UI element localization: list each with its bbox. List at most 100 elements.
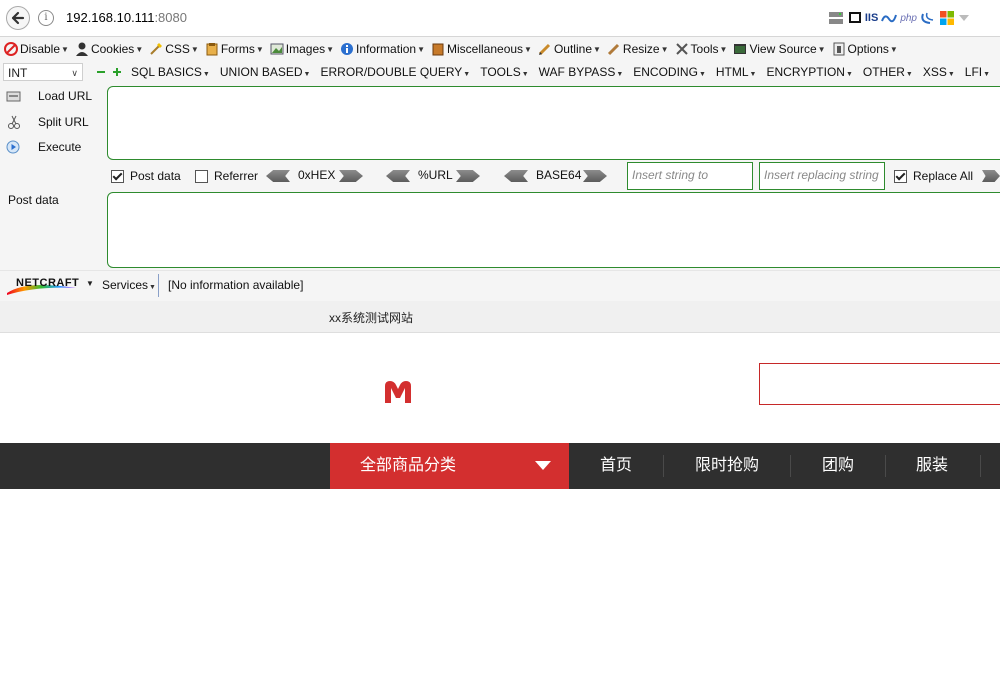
hackbar-menu-html[interactable]: HTML▼ bbox=[716, 65, 757, 79]
url-host: 192.168.10.111 bbox=[66, 10, 155, 25]
menu-cookies[interactable]: Cookies ▼ bbox=[75, 42, 143, 56]
menu-images[interactable]: Images ▼ bbox=[270, 42, 334, 56]
tools-icon bbox=[675, 43, 688, 55]
base64-label: BASE64 bbox=[536, 168, 582, 182]
menu-label: Information bbox=[356, 42, 417, 56]
menu-disable[interactable]: Disable ▼ bbox=[4, 42, 69, 56]
iis-label[interactable]: IIS bbox=[865, 12, 878, 24]
services-menu[interactable]: Services▼ bbox=[102, 278, 156, 292]
forms-icon bbox=[206, 43, 218, 56]
menu-label: Tools bbox=[690, 42, 719, 56]
menu-css[interactable]: CSS ▼ bbox=[149, 42, 199, 56]
nav-divider bbox=[790, 455, 791, 477]
hackbar-menu-xss[interactable]: XSS▼ bbox=[923, 65, 955, 79]
hex-label: 0xHEX bbox=[298, 168, 336, 182]
replace-string-input[interactable]: Insert string to replace bbox=[627, 162, 753, 206]
page-title: xx系统测试网站 bbox=[329, 311, 414, 325]
site-info-icon[interactable]: i bbox=[38, 10, 54, 26]
hackbar-menu: INT ∨ SQL BASICS▼ UNION BASED▼ ERROR/DOUB… bbox=[0, 61, 1000, 83]
hackbar-menu-union-based[interactable]: UNION BASED▼ bbox=[220, 65, 311, 79]
menu-view-source[interactable]: View Source ▼ bbox=[733, 42, 826, 56]
main-nav: 全部商品分类 首页 限时抢购 团购 服装 bbox=[0, 443, 1000, 489]
url-decode-arrow[interactable] bbox=[386, 170, 410, 182]
netcraft-toolbar: NETCRAFT ▼ Services▼ [No information ava… bbox=[0, 270, 1000, 302]
plus-icon[interactable] bbox=[113, 68, 121, 76]
nav-home[interactable]: 首页 bbox=[600, 443, 632, 489]
hackbar-menu-other[interactable]: OTHER▼ bbox=[863, 65, 913, 79]
hackbar-menu-error-query[interactable]: ERROR/DOUBLE QUERY▼ bbox=[320, 65, 470, 79]
menu-miscellaneous[interactable]: Miscellaneous ▼ bbox=[431, 42, 532, 56]
jquery-icon[interactable] bbox=[920, 10, 936, 26]
view-source-icon bbox=[734, 44, 747, 54]
post-data-checkbox-box bbox=[111, 169, 124, 183]
menu-outline[interactable]: Outline ▼ bbox=[538, 42, 601, 56]
information-icon bbox=[341, 43, 354, 55]
hackbar-menu-encryption[interactable]: ENCRYPTION▼ bbox=[766, 65, 852, 79]
toolbar-icons: IIS php bbox=[827, 9, 970, 27]
hackbar-menu-encoding[interactable]: ENCODING▼ bbox=[633, 65, 706, 79]
services-label: Services bbox=[102, 278, 149, 292]
address-bar: i 192.168.10.111:8080 IIS php bbox=[0, 0, 1000, 37]
post-data-checkbox[interactable]: Post data bbox=[111, 168, 181, 184]
hackbar-panel: Load URL Split URL Execute Post data Ref… bbox=[0, 83, 1000, 270]
hackbar-menu-tools[interactable]: TOOLS▼ bbox=[480, 65, 528, 79]
referrer-checkbox-box bbox=[195, 169, 208, 183]
url-textarea[interactable] bbox=[107, 86, 1000, 160]
execute-label: Execute bbox=[38, 140, 82, 154]
flag-icon[interactable] bbox=[848, 10, 862, 26]
site-logo-icon[interactable] bbox=[383, 379, 413, 405]
url-port: :8080 bbox=[154, 10, 187, 25]
web-developer-toolbar: Disable ▼ Cookies ▼ CSS ▼ Forms ▼ Images ▼ In… bbox=[0, 37, 1000, 61]
back-button[interactable] bbox=[6, 6, 30, 30]
server-icon[interactable] bbox=[827, 10, 845, 26]
replacing-string-input[interactable]: Insert replacing string bbox=[759, 162, 885, 190]
post-data-label: Post data bbox=[8, 193, 59, 207]
netcraft-dropdown-icon[interactable]: ▼ bbox=[86, 279, 94, 288]
php-label[interactable]: php bbox=[900, 13, 917, 24]
int-select[interactable]: INT ∨ bbox=[3, 63, 83, 81]
load-url-button[interactable]: Load URL bbox=[6, 89, 92, 103]
menu-label: CSS bbox=[165, 42, 190, 56]
back-arrow-icon bbox=[11, 11, 25, 25]
replace-arrow[interactable] bbox=[982, 170, 1000, 182]
hackbar-menu-waf-bypass[interactable]: WAF BYPASS▼ bbox=[539, 65, 624, 79]
resize-icon bbox=[607, 43, 619, 56]
menu-tools[interactable]: Tools ▼ bbox=[675, 42, 727, 56]
windows-icon[interactable] bbox=[939, 10, 955, 26]
menu-forms[interactable]: Forms ▼ bbox=[205, 42, 264, 56]
outline-icon bbox=[538, 43, 551, 56]
play-icon bbox=[6, 140, 20, 154]
nav-clothing[interactable]: 服装 bbox=[916, 443, 948, 489]
menu-label: Options bbox=[847, 42, 889, 56]
hex-decode-arrow[interactable] bbox=[266, 170, 290, 182]
execute-button[interactable]: Execute bbox=[6, 140, 81, 154]
replace-all-checkbox[interactable]: Replace All bbox=[894, 168, 973, 184]
hackbar-menu-lfi[interactable]: LFI▼ bbox=[965, 65, 990, 79]
all-categories-dropdown[interactable]: 全部商品分类 bbox=[330, 443, 569, 489]
netcraft-logo-text: NETCRAFT bbox=[16, 277, 80, 289]
menu-information[interactable]: Information ▼ bbox=[340, 42, 425, 56]
menu-resize[interactable]: Resize ▼ bbox=[607, 42, 669, 56]
referrer-checkbox[interactable]: Referrer bbox=[195, 168, 258, 184]
nav-divider bbox=[885, 455, 886, 477]
post-data-textarea[interactable] bbox=[107, 192, 1000, 268]
minus-icon[interactable] bbox=[97, 68, 105, 76]
menu-options[interactable]: Options ▼ bbox=[832, 42, 898, 56]
asp-net-icon[interactable] bbox=[881, 11, 898, 25]
base64-decode-arrow[interactable] bbox=[504, 170, 528, 182]
menu-label: Forms bbox=[220, 42, 255, 56]
nav-flash-sale[interactable]: 限时抢购 bbox=[695, 443, 759, 489]
url-encode-arrow[interactable] bbox=[456, 170, 480, 182]
base64-encode-arrow[interactable] bbox=[583, 170, 607, 182]
menu-label: Outline bbox=[553, 42, 592, 56]
hex-encode-arrow[interactable] bbox=[339, 170, 363, 182]
hackbar-menu-sql-basics[interactable]: SQL BASICS▼ bbox=[131, 65, 210, 79]
split-url-button[interactable]: Split URL bbox=[6, 115, 89, 129]
menu-label: Images bbox=[285, 42, 326, 56]
page-title-strip: xx系统测试网站 bbox=[0, 301, 1000, 333]
url-field[interactable]: 192.168.10.111:8080 bbox=[66, 10, 187, 25]
nav-group-buy[interactable]: 团购 bbox=[822, 443, 854, 489]
search-input[interactable] bbox=[759, 363, 1000, 405]
netcraft-logo[interactable]: NETCRAFT bbox=[6, 276, 80, 296]
chevron-down-icon[interactable] bbox=[958, 13, 970, 23]
